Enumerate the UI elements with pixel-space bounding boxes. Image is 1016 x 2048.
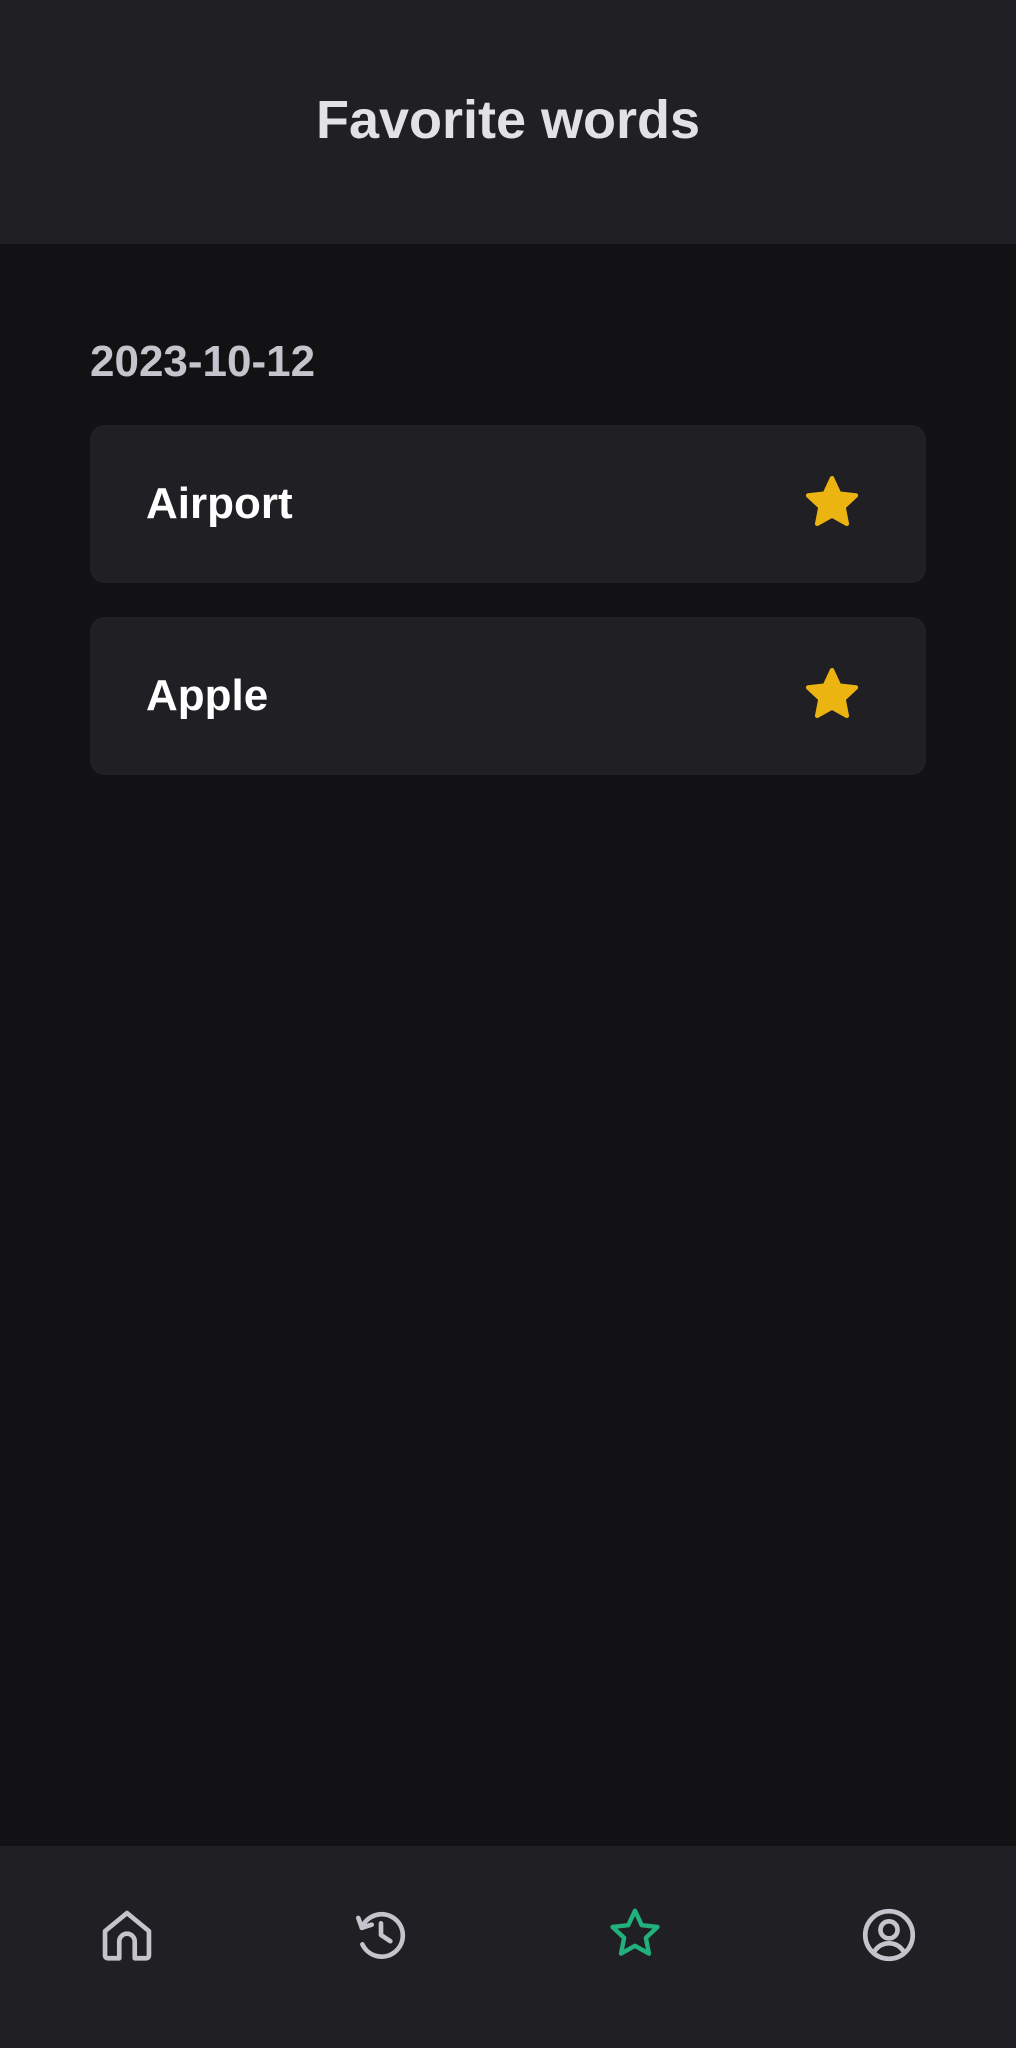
date-group-label: 2023-10-12 [90,337,316,386]
tab-profile[interactable] [856,1902,922,1968]
user-circle-icon [862,1908,916,1962]
page-title: Favorite words [315,90,701,150]
word-text: Airport [146,479,293,528]
star-icon[interactable] [798,470,866,538]
home-icon [102,1910,152,1961]
history-icon [355,1911,406,1959]
tab-home[interactable] [94,1902,160,1968]
bottom-tab-bar [0,1846,1016,2048]
favorites-list: 2023-10-12 Airport Apple [90,330,926,809]
tab-history[interactable] [348,1902,414,1968]
star-icon [610,1908,660,1956]
tab-favorites[interactable] [602,1902,668,1968]
favorites-screen: Favorite words 2023-10-12 Airport Apple [0,0,1016,2048]
word-card-apple[interactable]: Apple [90,617,926,775]
word-text: Apple [146,671,269,720]
word-card-airport[interactable]: Airport [90,425,926,583]
header: Favorite words [0,0,1016,244]
star-icon[interactable] [798,662,866,730]
